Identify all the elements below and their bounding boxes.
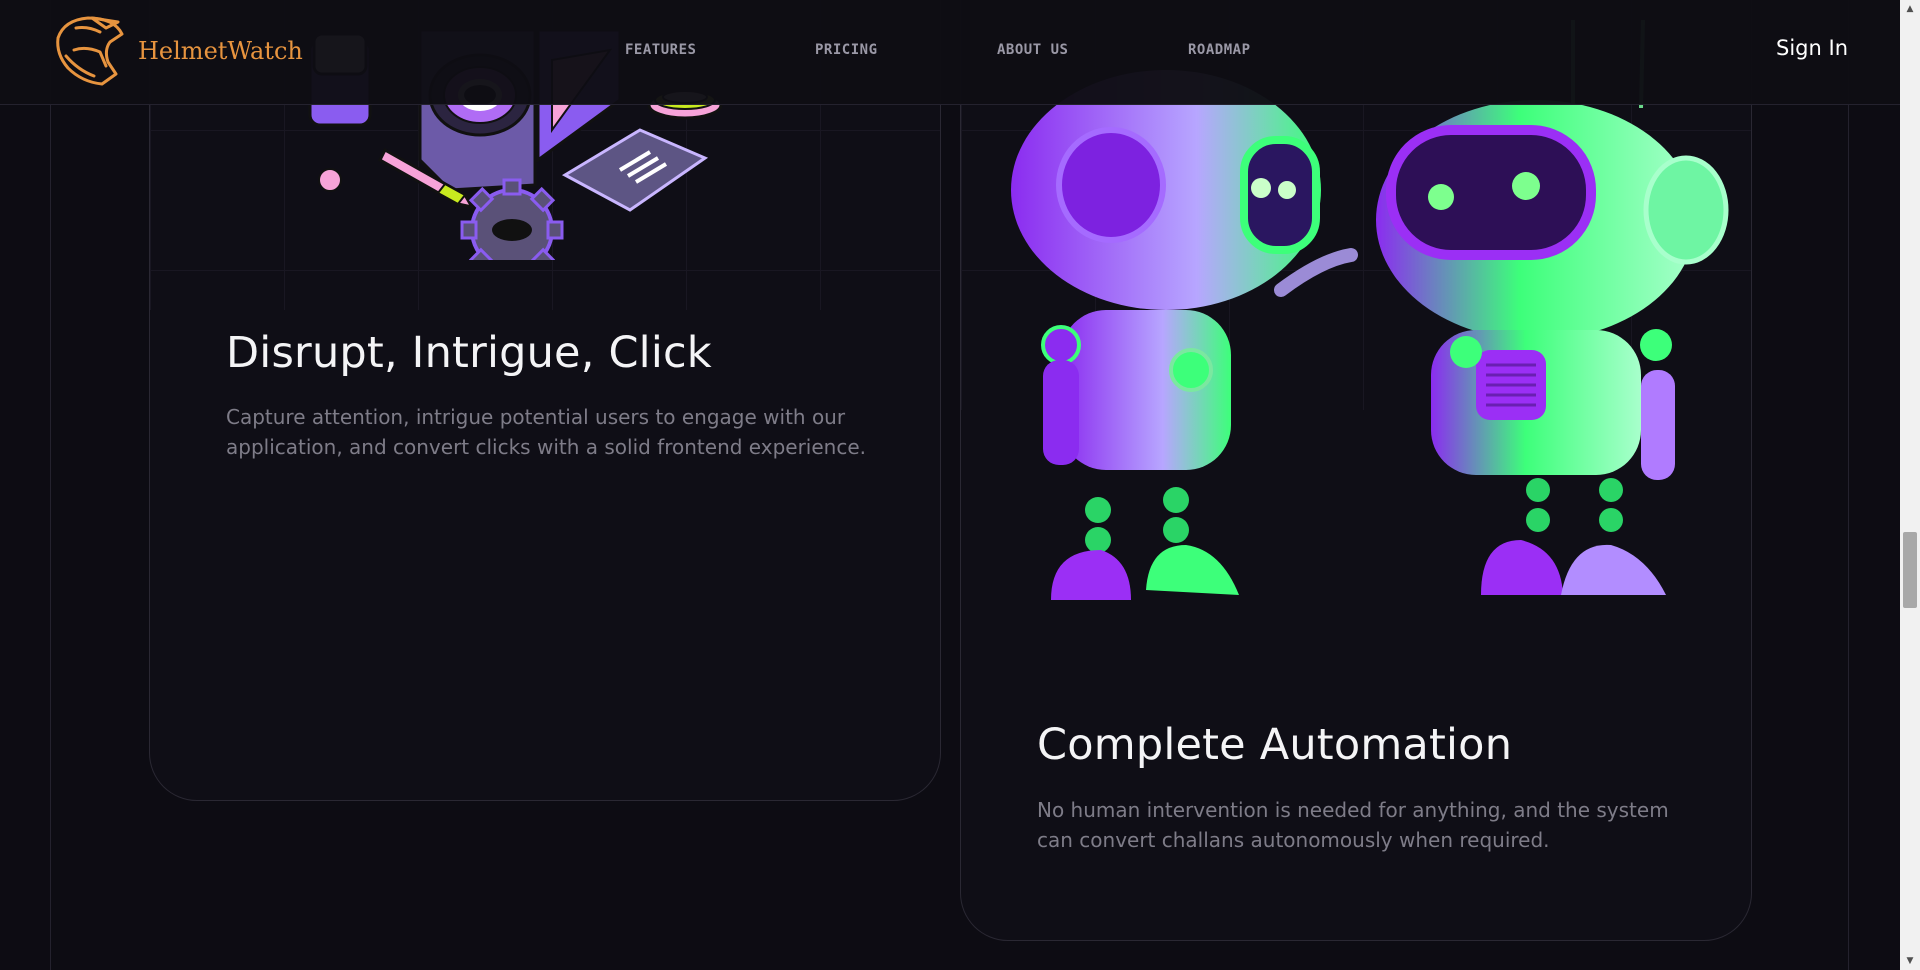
right-frame-line [1848,0,1849,970]
feature-card-automation: Complete Automation No human interventio… [960,0,1752,941]
top-navbar: HelmetWatch FEATURES PRICING ABOUT US RO… [0,0,1900,105]
nav-features[interactable]: FEATURES [625,42,696,58]
robot-left [1011,70,1358,600]
scroll-down-arrow-icon[interactable]: ▼ [1900,952,1920,970]
card-title: Complete Automation [1037,720,1513,770]
page: Disrupt, Intrigue, Click Capture attenti… [0,0,1900,970]
scrollbar-thumb[interactable] [1903,532,1917,608]
helmet-logo-icon [56,16,124,86]
robot-right [1376,19,1729,595]
brand-logo[interactable]: HelmetWatch [52,12,303,90]
card-description: Capture attention, intrigue potential us… [226,405,866,459]
feature-card-disrupt: Disrupt, Intrigue, Click Capture attenti… [149,0,941,801]
left-frame-line [50,0,51,970]
nav-about-us[interactable]: ABOUT US [997,42,1068,58]
card-title: Disrupt, Intrigue, Click [226,328,712,378]
nav-pricing[interactable]: PRICING [815,42,878,58]
brand-name: HelmetWatch [138,37,303,65]
card-description: No human intervention is needed for anyt… [1037,798,1669,852]
nav-roadmap[interactable]: ROADMAP [1188,42,1251,58]
page-scrollbar[interactable]: ▲ ▼ [1900,0,1920,970]
scroll-up-arrow-icon[interactable]: ▲ [1900,0,1920,18]
sign-in-button[interactable]: Sign In [1776,36,1848,60]
